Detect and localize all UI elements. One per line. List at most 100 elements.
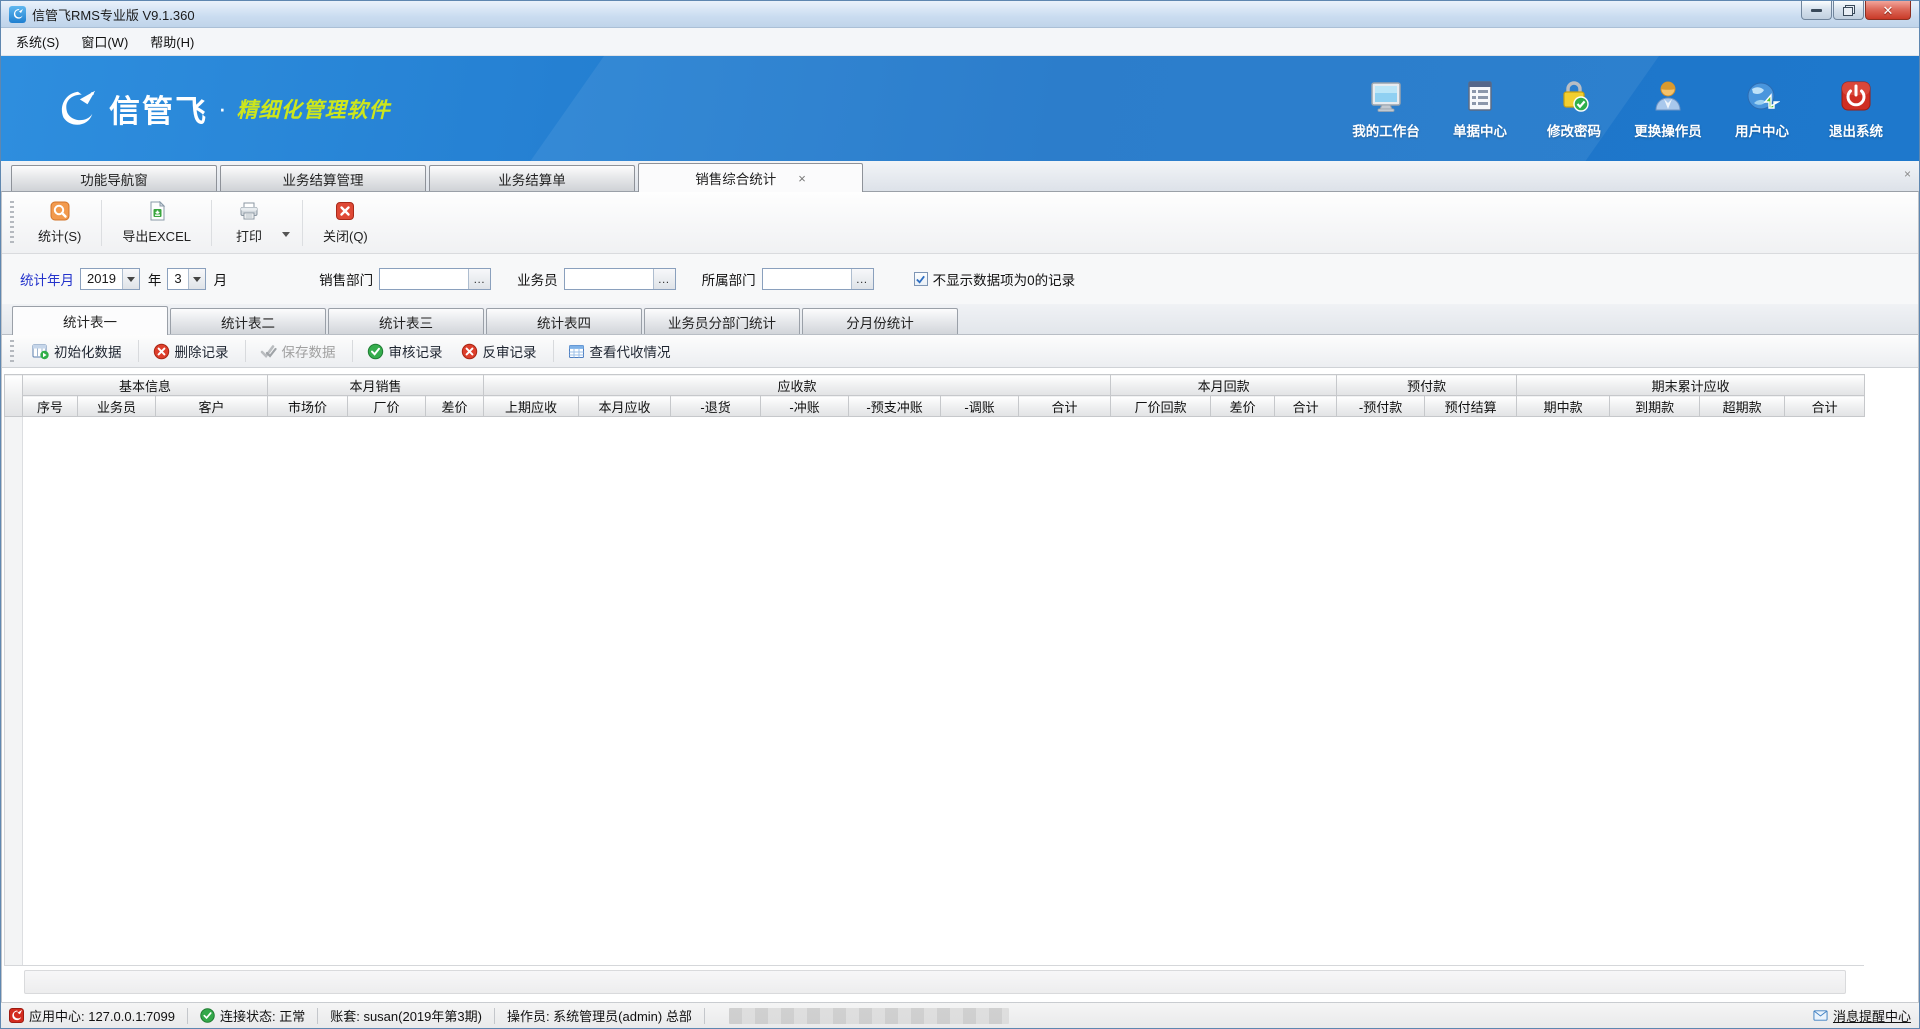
group-month-sales[interactable]: 本月销售 bbox=[268, 375, 484, 396]
col-header[interactable]: 到期款 bbox=[1610, 396, 1700, 417]
subtab-table4[interactable]: 统计表四 bbox=[486, 308, 642, 334]
quick-action-user-center[interactable]: 用户中心 bbox=[1715, 72, 1809, 146]
menu-window[interactable]: 窗口(W) bbox=[70, 27, 139, 56]
statistics-button[interactable]: 统计(S) bbox=[24, 196, 95, 250]
col-header[interactable]: -预支冲账 bbox=[849, 396, 941, 417]
print-dropdown-caret-icon[interactable] bbox=[282, 232, 290, 237]
quick-action-switch-operator[interactable]: 更换操作员 bbox=[1621, 72, 1715, 146]
group-month-payment[interactable]: 本月回款 bbox=[1111, 375, 1337, 396]
delete-record-button[interactable]: 删除记录 bbox=[145, 337, 237, 365]
col-header[interactable]: 合计 bbox=[1785, 396, 1865, 417]
grid-toolbar-grip bbox=[10, 340, 14, 362]
toolbar-grip bbox=[10, 201, 14, 245]
sales-dept-input[interactable] bbox=[380, 269, 468, 289]
year-value: 2019 bbox=[81, 269, 122, 289]
audit-record-label: 审核记录 bbox=[389, 341, 443, 361]
message-center-link[interactable]: 消息提醒中心 bbox=[1813, 1006, 1911, 1025]
grid-body-empty[interactable] bbox=[4, 417, 1864, 966]
owner-dept-picker-button[interactable]: … bbox=[851, 269, 873, 289]
brand-slogan: 精细化管理软件 bbox=[237, 94, 391, 124]
quick-action-label: 用户中心 bbox=[1735, 120, 1789, 140]
chevron-down-icon[interactable] bbox=[122, 269, 139, 289]
tab-function-nav[interactable]: 功能导航窗 bbox=[11, 165, 217, 191]
col-header[interactable]: 差价 bbox=[426, 396, 484, 417]
close-tab-button[interactable]: 关闭(Q) bbox=[309, 196, 382, 250]
col-header[interactable]: -退货 bbox=[671, 396, 761, 417]
minimize-button[interactable] bbox=[1801, 1, 1832, 20]
col-header[interactable]: 客户 bbox=[156, 396, 268, 417]
tab-settlement-doc[interactable]: 业务结算单 bbox=[429, 165, 635, 191]
init-data-label: 初始化数据 bbox=[54, 341, 122, 361]
hide-zero-checkbox[interactable] bbox=[914, 272, 928, 286]
monitor-icon bbox=[1368, 78, 1404, 114]
export-excel-button[interactable]: 导出EXCEL bbox=[108, 196, 205, 250]
subtab-table2[interactable]: 统计表二 bbox=[170, 308, 326, 334]
print-button[interactable]: 打印 bbox=[218, 196, 280, 250]
salesman-input[interactable] bbox=[565, 269, 653, 289]
col-header[interactable]: 差价 bbox=[1211, 396, 1275, 417]
chevron-down-icon[interactable] bbox=[188, 269, 205, 289]
save-data-button[interactable]: 保存数据 bbox=[252, 337, 344, 365]
col-header[interactable]: 合计 bbox=[1275, 396, 1337, 417]
salesman-picker-button[interactable]: … bbox=[653, 269, 675, 289]
sales-dept-picker-button[interactable]: … bbox=[468, 269, 490, 289]
year-select[interactable]: 2019 bbox=[80, 268, 140, 290]
group-basic-info[interactable]: 基本信息 bbox=[23, 375, 268, 396]
col-header[interactable]: -冲账 bbox=[761, 396, 849, 417]
col-header[interactable]: 市场价 bbox=[268, 396, 348, 417]
quick-action-label: 单据中心 bbox=[1453, 120, 1507, 140]
init-data-button[interactable]: 初始化数据 bbox=[24, 337, 130, 365]
col-header[interactable]: 上期应收 bbox=[484, 396, 579, 417]
col-header[interactable]: 合计 bbox=[1019, 396, 1111, 417]
tab-settlement-mgmt[interactable]: 业务结算管理 bbox=[220, 165, 426, 191]
hide-zero-label: 不显示数据项为0的记录 bbox=[933, 269, 1076, 289]
view-collection-button[interactable]: 查看代收情况 bbox=[560, 337, 679, 365]
menu-system[interactable]: 系统(S) bbox=[5, 27, 70, 56]
group-period-end-receivable[interactable]: 期末累计应收 bbox=[1517, 375, 1865, 396]
printer-icon bbox=[239, 201, 259, 221]
close-button[interactable]: ✕ bbox=[1865, 1, 1911, 20]
quick-action-workbench[interactable]: 我的工作台 bbox=[1339, 72, 1433, 146]
col-header[interactable]: 序号 bbox=[23, 396, 78, 417]
subtab-salesman-by-dept[interactable]: 业务员分部门统计 bbox=[644, 308, 800, 334]
unaudit-record-button[interactable]: 反审记录 bbox=[453, 337, 545, 365]
hide-zero-checkbox-wrap[interactable]: 不显示数据项为0的记录 bbox=[914, 269, 1082, 289]
quick-action-change-password[interactable]: 修改密码 bbox=[1527, 72, 1621, 146]
app-window: 信管飞RMS专业版 V9.1.360 ✕ 系统(S) 窗口(W) 帮助(H) 信… bbox=[0, 0, 1920, 1029]
col-header[interactable]: -调账 bbox=[941, 396, 1019, 417]
quick-action-exit-system[interactable]: 退出系统 bbox=[1809, 72, 1903, 146]
col-header[interactable]: 期中款 bbox=[1517, 396, 1610, 417]
grid-group-header-row: 基本信息 本月销售 应收款 本月回款 预付款 期末累计应收 bbox=[5, 375, 1865, 396]
col-header[interactable]: 本月应收 bbox=[579, 396, 671, 417]
subtab-table1[interactable]: 统计表一 bbox=[12, 306, 168, 335]
tab-sales-statistics[interactable]: 销售综合统计 × bbox=[638, 163, 863, 192]
menu-help[interactable]: 帮助(H) bbox=[139, 27, 205, 56]
subtab-by-month[interactable]: 分月份统计 bbox=[802, 308, 958, 334]
col-header[interactable]: 超期款 bbox=[1700, 396, 1785, 417]
col-header[interactable]: 厂价 bbox=[348, 396, 426, 417]
col-header[interactable]: 厂价回款 bbox=[1111, 396, 1211, 417]
brand-block: 信管飞 · 精细化管理软件 bbox=[53, 86, 391, 132]
group-prepaid[interactable]: 预付款 bbox=[1337, 375, 1517, 396]
subtab-label: 分月份统计 bbox=[846, 312, 914, 332]
unaudit-record-icon bbox=[461, 343, 478, 360]
subtab-table3[interactable]: 统计表三 bbox=[328, 308, 484, 334]
tab-close-icon[interactable]: × bbox=[798, 171, 806, 186]
col-header[interactable]: 业务员 bbox=[78, 396, 156, 417]
col-header[interactable]: 预付结算 bbox=[1425, 396, 1517, 417]
quick-action-document-center[interactable]: 单据中心 bbox=[1433, 72, 1527, 146]
title-bar: 信管飞RMS专业版 V9.1.360 ✕ bbox=[1, 1, 1919, 28]
subtab-label: 统计表四 bbox=[537, 312, 591, 332]
group-receivable[interactable]: 应收款 bbox=[484, 375, 1111, 396]
print-button-group: 打印 bbox=[218, 196, 296, 250]
month-select[interactable]: 3 bbox=[167, 268, 205, 290]
tabstrip-close-icon[interactable]: × bbox=[1904, 167, 1911, 181]
restore-button[interactable] bbox=[1833, 1, 1864, 20]
main-tab-bar: 功能导航窗 业务结算管理 业务结算单 销售综合统计 × × bbox=[1, 161, 1919, 191]
audit-record-button[interactable]: 审核记录 bbox=[359, 337, 451, 365]
delete-record-label: 删除记录 bbox=[175, 341, 229, 361]
brand-name: 信管飞 bbox=[109, 86, 208, 131]
unaudit-record-label: 反审记录 bbox=[483, 341, 537, 361]
owner-dept-input[interactable] bbox=[763, 269, 851, 289]
col-header[interactable]: -预付款 bbox=[1337, 396, 1425, 417]
